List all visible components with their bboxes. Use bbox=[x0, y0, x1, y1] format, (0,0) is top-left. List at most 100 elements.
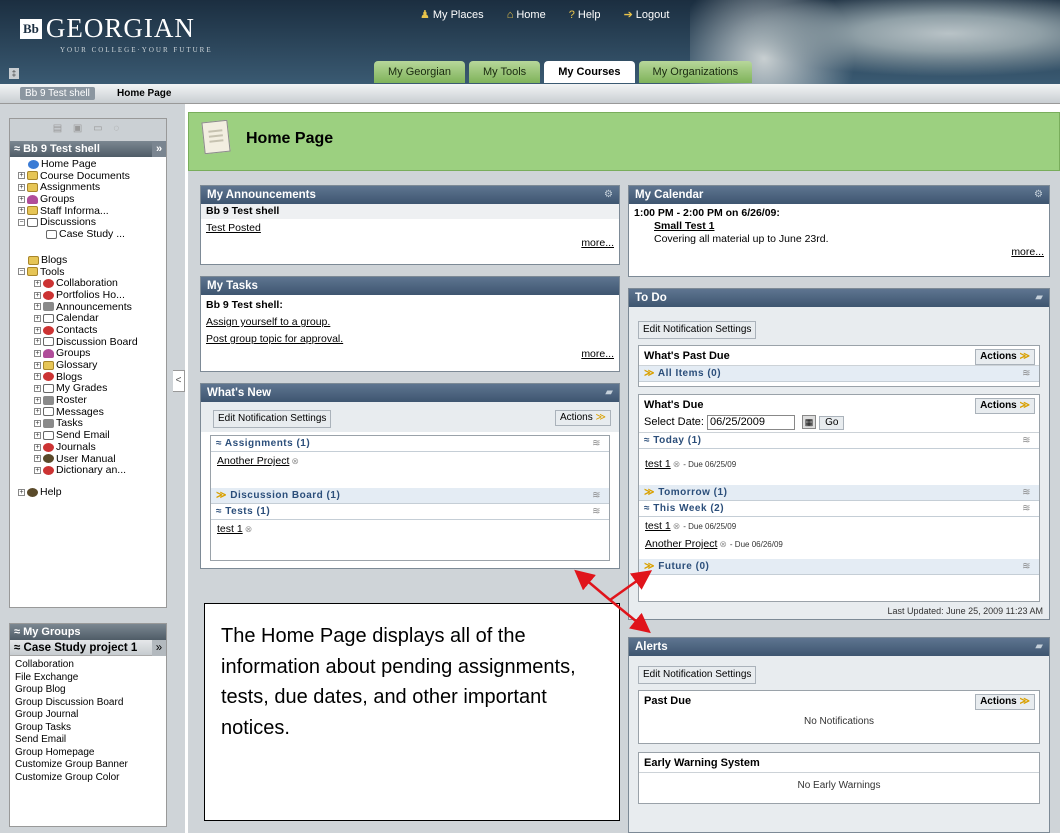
course-menu-title[interactable]: ≈ Bb 9 Test shell» bbox=[10, 141, 166, 157]
chevron-icon[interactable]: ≋ bbox=[1022, 485, 1031, 501]
popout-icon[interactable]: ▰ bbox=[1035, 289, 1043, 307]
expand-icon[interactable]: + bbox=[18, 172, 25, 180]
dropdown-icon[interactable]: ⊗ bbox=[673, 459, 681, 469]
expand-icon[interactable]: + bbox=[34, 361, 41, 369]
expand-icon[interactable]: + bbox=[34, 396, 41, 404]
item-link[interactable]: test 1 bbox=[217, 523, 243, 535]
expand-icon[interactable]: + bbox=[34, 420, 41, 428]
task-link[interactable]: Post group topic for approval. bbox=[206, 332, 614, 347]
collapse-menu-handle[interactable]: < bbox=[173, 370, 185, 392]
group-link[interactable]: Customize Group Banner bbox=[15, 759, 166, 772]
group-link[interactable]: Group Tasks bbox=[15, 722, 166, 735]
item-link[interactable]: test 1 bbox=[645, 458, 671, 470]
chevron-icon[interactable]: ≋ bbox=[592, 488, 601, 504]
group-link[interactable]: Group Journal bbox=[15, 709, 166, 722]
more-link[interactable]: more... bbox=[581, 348, 614, 360]
tool-discussion-board[interactable]: + Discussion Board bbox=[24, 336, 166, 349]
chevron-icon[interactable]: ≋ bbox=[592, 504, 601, 520]
tool-dictionary[interactable]: + Dictionary an... bbox=[24, 464, 166, 477]
dropdown-icon[interactable]: ⊗ bbox=[673, 521, 681, 531]
expand-icon[interactable]: + bbox=[34, 431, 41, 439]
home-link[interactable]: ⌂ Home bbox=[507, 9, 556, 21]
item-link[interactable]: test 1 bbox=[645, 520, 671, 532]
tab-my-courses[interactable]: My Courses bbox=[544, 61, 635, 83]
college-logo[interactable]: Bb GEORGIAN YOUR COLLEGE·YOUR FUTURE bbox=[20, 13, 213, 54]
expand-icon[interactable]: + bbox=[34, 338, 41, 346]
group-link[interactable]: Send Email bbox=[15, 734, 166, 747]
expand-icon[interactable]: + bbox=[18, 184, 25, 192]
chevron-icon[interactable]: ≋ bbox=[1022, 559, 1031, 575]
chevron-icon[interactable]: ≋ bbox=[1022, 366, 1031, 382]
group-link[interactable]: Group Blog bbox=[15, 684, 166, 697]
group-link[interactable]: Customize Group Color bbox=[15, 772, 166, 785]
dropdown-icon[interactable]: ⊗ bbox=[719, 539, 727, 549]
expand-icon[interactable]: + bbox=[34, 291, 41, 299]
group-name[interactable]: ≈ Case Study project 1» bbox=[10, 640, 166, 656]
expand-icon[interactable]: + bbox=[34, 326, 41, 334]
tool-my-grades[interactable]: + My Grades bbox=[24, 383, 166, 395]
menu-case-study[interactable]: Case Study ... bbox=[24, 228, 166, 241]
tab-my-tools[interactable]: My Tools bbox=[468, 61, 541, 83]
expand-icon[interactable]: + bbox=[34, 314, 41, 322]
calendar-event-link[interactable]: Small Test 1 bbox=[654, 220, 1044, 233]
tab-my-georgian[interactable]: My Georgian bbox=[374, 61, 465, 83]
edit-notification-settings-button[interactable]: Edit Notification Settings bbox=[638, 321, 757, 339]
actions-menu[interactable]: Actions ≫ bbox=[554, 410, 611, 426]
gear-icon[interactable]: ⚙ bbox=[1034, 186, 1043, 204]
expand-icon[interactable]: + bbox=[34, 373, 41, 381]
tool-glossary[interactable]: + Glossary bbox=[24, 359, 166, 372]
expand-icon[interactable]: + bbox=[18, 195, 25, 203]
tab-my-organizations[interactable]: My Organizations bbox=[638, 61, 753, 83]
expand-icon[interactable]: + bbox=[18, 488, 25, 496]
category-future[interactable]: ≫ Future (0) ≋ bbox=[639, 559, 1039, 575]
expand-icon[interactable]: » bbox=[152, 141, 166, 157]
select-date-input[interactable]: 06/25/2009 bbox=[706, 414, 795, 430]
chevron-icon[interactable]: ≋ bbox=[592, 436, 601, 452]
chevron-icon[interactable]: ≋ bbox=[1022, 433, 1031, 449]
menu-view-icons[interactable]: ▤ ▣ ▭ ◌ bbox=[10, 119, 166, 141]
popout-icon[interactable]: ▰ bbox=[605, 384, 613, 402]
edit-notification-settings-button[interactable]: Edit Notification Settings bbox=[638, 666, 757, 684]
more-link[interactable]: more... bbox=[581, 237, 614, 249]
category-today[interactable]: ≈ Today (1) ≋ bbox=[639, 433, 1039, 449]
expand-icon[interactable]: + bbox=[34, 350, 41, 358]
collapse-icon[interactable]: − bbox=[18, 219, 25, 227]
group-link[interactable]: File Exchange bbox=[15, 672, 166, 685]
group-link[interactable]: Collaboration bbox=[15, 659, 166, 672]
item-link[interactable]: Another Project bbox=[645, 538, 717, 550]
category-tomorrow[interactable]: ≫ Tomorrow (1) ≋ bbox=[639, 485, 1039, 501]
group-link[interactable]: Group Homepage bbox=[15, 747, 166, 760]
group-link[interactable]: Group Discussion Board bbox=[15, 697, 166, 710]
expand-icon[interactable]: + bbox=[34, 466, 41, 474]
expand-icon[interactable]: + bbox=[34, 443, 41, 451]
menu-help[interactable]: + Help bbox=[18, 486, 166, 499]
edit-notification-settings-button[interactable]: Edit Notification Settings bbox=[213, 410, 332, 428]
expand-icon[interactable]: + bbox=[34, 408, 41, 416]
collapse-icon[interactable]: − bbox=[18, 268, 25, 276]
category-discussion-board[interactable]: ≫ Discussion Board (1) ≋ bbox=[211, 488, 609, 504]
dropdown-icon[interactable]: ⊗ bbox=[245, 524, 253, 534]
calendar-picker-icon[interactable]: ▦ bbox=[802, 415, 817, 430]
category-assignments[interactable]: ≈ Assignments (1) ≋ bbox=[211, 436, 609, 452]
expand-icon[interactable]: » bbox=[152, 640, 166, 656]
help-link[interactable]: ? Help bbox=[569, 9, 611, 21]
task-link[interactable]: Assign yourself to a group. bbox=[206, 315, 614, 330]
dropdown-icon[interactable]: ⊗ bbox=[291, 456, 299, 466]
actions-menu[interactable]: Actions ≫ bbox=[975, 694, 1035, 710]
actions-menu[interactable]: Actions ≫ bbox=[975, 349, 1035, 365]
go-button[interactable]: Go bbox=[819, 416, 845, 430]
gear-icon[interactable]: ⚙ bbox=[604, 186, 613, 204]
expand-icon[interactable]: + bbox=[18, 207, 25, 215]
expand-icon[interactable]: + bbox=[34, 303, 41, 311]
chevron-icon[interactable]: ≋ bbox=[1022, 501, 1031, 517]
category-all-items[interactable]: ≫ All Items (0) ≋ bbox=[639, 366, 1039, 382]
my-groups-title[interactable]: ≈ My Groups bbox=[10, 624, 166, 640]
actions-menu[interactable]: Actions ≫ bbox=[975, 398, 1035, 414]
logout-link[interactable]: ➔ Logout bbox=[624, 9, 680, 21]
category-this-week[interactable]: ≈ This Week (2) ≋ bbox=[639, 501, 1039, 517]
more-link[interactable]: more... bbox=[1011, 246, 1044, 258]
category-tests[interactable]: ≈ Tests (1) ≋ bbox=[211, 504, 609, 520]
expand-icon[interactable]: + bbox=[34, 279, 41, 287]
tool-messages[interactable]: + Messages bbox=[24, 406, 166, 419]
expand-icon[interactable]: + bbox=[34, 385, 41, 393]
